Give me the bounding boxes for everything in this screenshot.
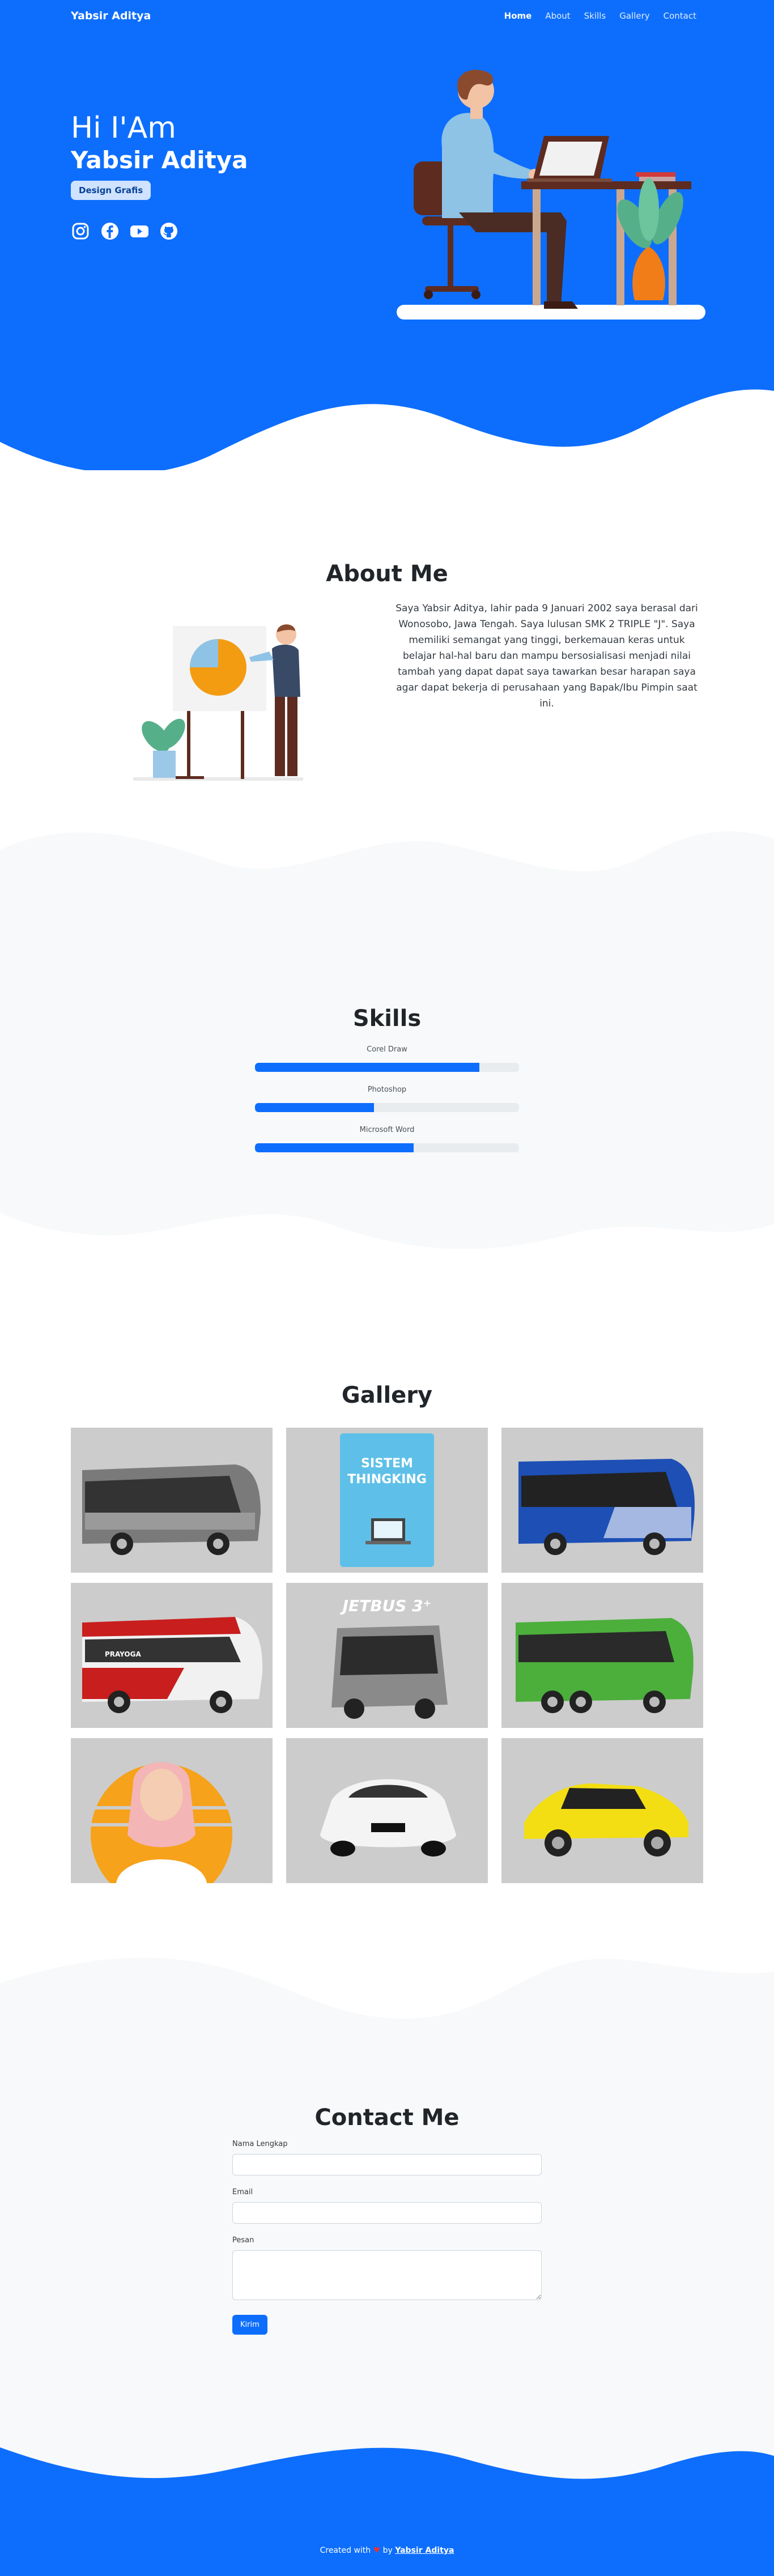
skill-item: Corel Draw xyxy=(255,1045,519,1072)
gallery-section: Gallery SISTEM THINGKING PRAYOGA JETBUS 3… xyxy=(0,1382,774,1883)
navbar: Yabsir Aditya Home About Skills Gallery … xyxy=(0,0,774,32)
contact-form: Nama Lengkap Email Pesan Kirim xyxy=(232,2140,542,2335)
skills-title: Skills xyxy=(352,1006,422,1032)
skills-section: Skills Corel Draw Photoshop Microsoft Wo… xyxy=(0,1006,774,1152)
gallery-image-red-bus[interactable]: PRAYOGA xyxy=(71,1583,273,1728)
about-title: About Me xyxy=(326,561,448,587)
footer-author-link[interactable]: Yabsir Aditya xyxy=(395,2546,454,2555)
gallery-image-grey-bus[interactable] xyxy=(71,1428,273,1573)
brand-logo[interactable]: Yabsir Aditya xyxy=(71,10,151,22)
nav-item-about[interactable]: About xyxy=(538,11,577,21)
name-label: Nama Lengkap xyxy=(232,2140,288,2148)
skill-item: Microsoft Word xyxy=(255,1126,519,1152)
progress-bar xyxy=(255,1143,519,1152)
skill-label: Corel Draw xyxy=(367,1045,407,1054)
gallery-image-green-bus[interactable] xyxy=(501,1583,703,1728)
gallery-image-yellow-car[interactable] xyxy=(501,1738,703,1883)
role-badge: Design Grafis xyxy=(71,181,151,200)
hero-wave xyxy=(0,389,774,470)
footer: Created with ♥ by Yabsir Aditya xyxy=(0,2546,774,2555)
poster-caption-line2: THINGKING xyxy=(347,1472,427,1487)
gallery-image-blue-bus[interactable] xyxy=(501,1428,703,1573)
about-illustration xyxy=(133,624,303,781)
facebook-icon[interactable] xyxy=(100,222,120,241)
message-label: Pesan xyxy=(232,2236,254,2245)
skill-list: Corel Draw Photoshop Microsoft Word xyxy=(255,1045,519,1166)
contact-title: Contact Me xyxy=(314,2105,460,2131)
bus-brand-text: PRAYOGA xyxy=(105,1650,141,1658)
nav-menu: Home About Skills Gallery Contact xyxy=(497,11,703,21)
gallery-image-jetbus[interactable]: JETBUS 3⁺ xyxy=(286,1583,488,1728)
gallery-image-portrait[interactable] xyxy=(71,1738,273,1883)
progress-bar xyxy=(255,1063,519,1072)
hero-name: Yabsir Aditya xyxy=(71,146,248,174)
nav-item-skills[interactable]: Skills xyxy=(577,11,613,21)
gallery-title: Gallery xyxy=(341,1382,433,1408)
poster-caption-line1: SISTEM xyxy=(361,1457,413,1471)
footer-by: by xyxy=(382,2546,393,2555)
progress-fill xyxy=(255,1063,480,1072)
nav-item-home[interactable]: Home xyxy=(497,11,539,21)
progress-fill xyxy=(255,1143,414,1152)
contact-section: Contact Me Nama Lengkap Email Pesan Kiri… xyxy=(0,2105,774,2335)
hero-text: Hi I'Am Yabsir Aditya Design Grafis xyxy=(71,110,248,241)
email-label: Email xyxy=(232,2188,253,2196)
nav-item-gallery[interactable]: Gallery xyxy=(613,11,656,21)
about-section: About Me Saya Yabsir Aditya, lahir pada … xyxy=(0,561,774,781)
hero-illustration xyxy=(397,70,705,320)
gallery-image-white-car[interactable] xyxy=(286,1738,488,1883)
gallery-grid: SISTEM THINGKING PRAYOGA JETBUS 3⁺ xyxy=(71,1428,703,1883)
email-field[interactable] xyxy=(232,2202,542,2224)
progress-bar xyxy=(255,1103,519,1112)
message-field[interactable] xyxy=(232,2250,542,2300)
jetbus-caption: JETBUS 3⁺ xyxy=(340,1596,432,1615)
instagram-icon[interactable] xyxy=(71,222,90,241)
github-icon[interactable] xyxy=(159,222,178,241)
hero-section: Hi I'Am Yabsir Aditya Design Grafis xyxy=(0,0,774,470)
skill-label: Microsoft Word xyxy=(359,1126,415,1134)
footer-prefix: Created with xyxy=(320,2546,371,2555)
hero-greeting: Hi I'Am xyxy=(71,111,176,145)
skill-label: Photoshop xyxy=(367,1085,407,1094)
progress-fill xyxy=(255,1103,374,1112)
skill-item: Photoshop xyxy=(255,1085,519,1112)
gallery-image-poster[interactable]: SISTEM THINGKING xyxy=(286,1428,488,1573)
nav-item-contact[interactable]: Contact xyxy=(657,11,703,21)
name-field[interactable] xyxy=(232,2154,542,2175)
youtube-icon[interactable] xyxy=(130,222,149,241)
heart-icon: ♥ xyxy=(373,2546,381,2555)
submit-button[interactable]: Kirim xyxy=(232,2315,267,2335)
about-text: Saya Yabsir Aditya, lahir pada 9 Januari… xyxy=(395,603,698,709)
social-links xyxy=(71,222,248,241)
